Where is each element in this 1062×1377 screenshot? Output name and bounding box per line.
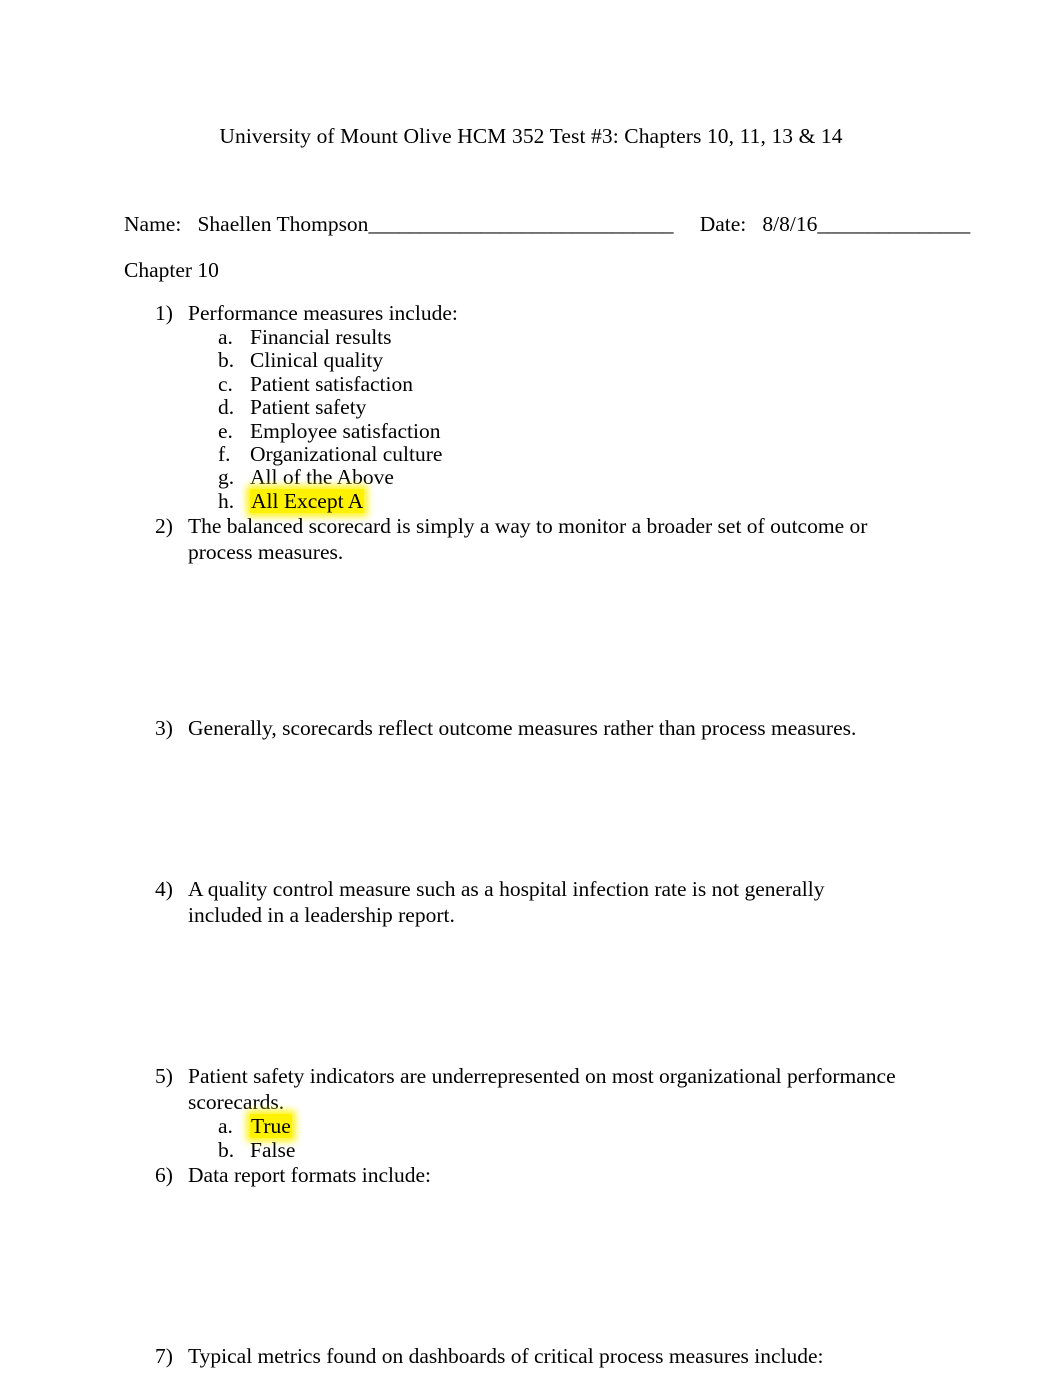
name-label: Name:: [124, 212, 182, 236]
question-text: Generally, scorecards reflect outcome me…: [188, 716, 857, 741]
option-text: Employee satisfaction: [250, 418, 441, 443]
option-item[interactable]: d. Patient safety: [0, 395, 1062, 420]
option-label: h.: [218, 488, 235, 513]
question-number: 5): [155, 1064, 173, 1089]
question-number: 2): [155, 514, 173, 539]
option-text: All of the Above: [250, 465, 394, 490]
question-item: 2) The balanced scorecard is simply a way…: [0, 513, 1062, 565]
date-value: 8/8/16: [762, 212, 818, 236]
option-text: Patient safety: [250, 395, 367, 420]
option-text-highlighted: All Except A: [250, 488, 365, 513]
option-label: a.: [218, 1114, 233, 1139]
question-number: 3): [155, 716, 173, 741]
date-blank-rule: _______________: [817, 212, 970, 236]
option-label: b.: [218, 348, 235, 373]
option-label: f.: [218, 442, 231, 467]
chapter-heading: Chapter 10: [124, 258, 219, 282]
question-row: 7) Typical metrics found on dashboards of…: [0, 1343, 1062, 1369]
question-row: 2) The balanced scorecard is simply a way…: [0, 513, 1062, 565]
question-number: 7): [155, 1344, 173, 1369]
question-row: 3) Generally, scorecards reflect outcome …: [0, 715, 1062, 741]
option-text: False: [250, 1137, 296, 1162]
option-label: b.: [218, 1137, 235, 1162]
answer-space[interactable]: [0, 741, 1062, 876]
question-item: 4) A quality control measure such as a ho…: [0, 876, 1062, 928]
name-value: Shaellen Thompson: [197, 212, 369, 236]
option-item[interactable]: f. Organizational culture: [0, 442, 1062, 467]
question-number: 6): [155, 1163, 173, 1188]
question-row: 1) Performance measures include:: [0, 300, 1062, 326]
question-text: A quality control measure such as a hosp…: [188, 877, 825, 928]
question-item: 3) Generally, scorecards reflect outcome …: [0, 715, 1062, 741]
option-item[interactable]: e. Employee satisfaction: [0, 418, 1062, 443]
page-title: University of Mount Olive HCM 352 Test #…: [219, 124, 843, 148]
question-item: 5) Patient safety indicators are underrep…: [0, 1063, 1062, 1162]
option-label: a.: [218, 325, 233, 349]
option-item[interactable]: c. Patient satisfaction: [0, 371, 1062, 396]
option-label: d.: [218, 395, 235, 420]
question-item: 6) Data report formats include:: [0, 1162, 1062, 1188]
option-item[interactable]: a. Financial results: [0, 325, 1062, 349]
document-page: University of Mount Olive HCM 352 Test #…: [0, 0, 1062, 1377]
option-label: c.: [218, 371, 233, 396]
option-label: e.: [218, 418, 233, 443]
question-row: 6) Data report formats include:: [0, 1162, 1062, 1188]
option-list: a. Financial results b. Clinical quality c. P…: [0, 325, 1062, 513]
question-text: Patient safety indicators are underrepre…: [188, 1064, 896, 1115]
name-blank-rule: ______________________________: [368, 212, 673, 236]
question-item: 1) Performance measures include: a. Financi…: [0, 300, 1062, 513]
option-text: Clinical quality: [250, 348, 384, 373]
option-item[interactable]: b. Clinical quality: [0, 348, 1062, 373]
question-text: Typical metrics found on dashboards of c…: [188, 1344, 824, 1369]
question-list: 1) Performance measures include: a. Financi…: [0, 300, 1062, 1369]
question-number: 1): [155, 301, 173, 325]
date-label: Date:: [699, 212, 747, 236]
answer-space[interactable]: [0, 1188, 1062, 1343]
option-item[interactable]: b. False: [0, 1137, 1062, 1162]
option-text-highlighted: True: [250, 1114, 292, 1139]
option-list: a. True b. False: [0, 1114, 1062, 1162]
question-text: Data report formats include:: [188, 1163, 431, 1188]
option-item[interactable]: g. All of the Above: [0, 465, 1062, 490]
option-label: g.: [218, 465, 235, 490]
question-item: 7) Typical metrics found on dashboards of…: [0, 1343, 1062, 1369]
answer-space[interactable]: [0, 565, 1062, 715]
option-text: Organizational culture: [250, 442, 443, 467]
question-row: 5) Patient safety indicators are underrep…: [0, 1063, 1062, 1115]
answer-space[interactable]: [0, 928, 1062, 1063]
name-date-line: Name: Shaellen Thompson_________________…: [124, 209, 970, 239]
option-text: Financial results: [250, 325, 392, 349]
option-item[interactable]: h. All Except A: [0, 488, 1062, 513]
question-text: The balanced scorecard is simply a way t…: [188, 514, 868, 565]
question-number: 4): [155, 877, 173, 902]
option-text: Patient satisfaction: [250, 371, 414, 396]
question-text: Performance measures include:: [188, 301, 458, 325]
question-row: 4) A quality control measure such as a ho…: [0, 876, 1062, 928]
option-item[interactable]: a. True: [0, 1114, 1062, 1139]
